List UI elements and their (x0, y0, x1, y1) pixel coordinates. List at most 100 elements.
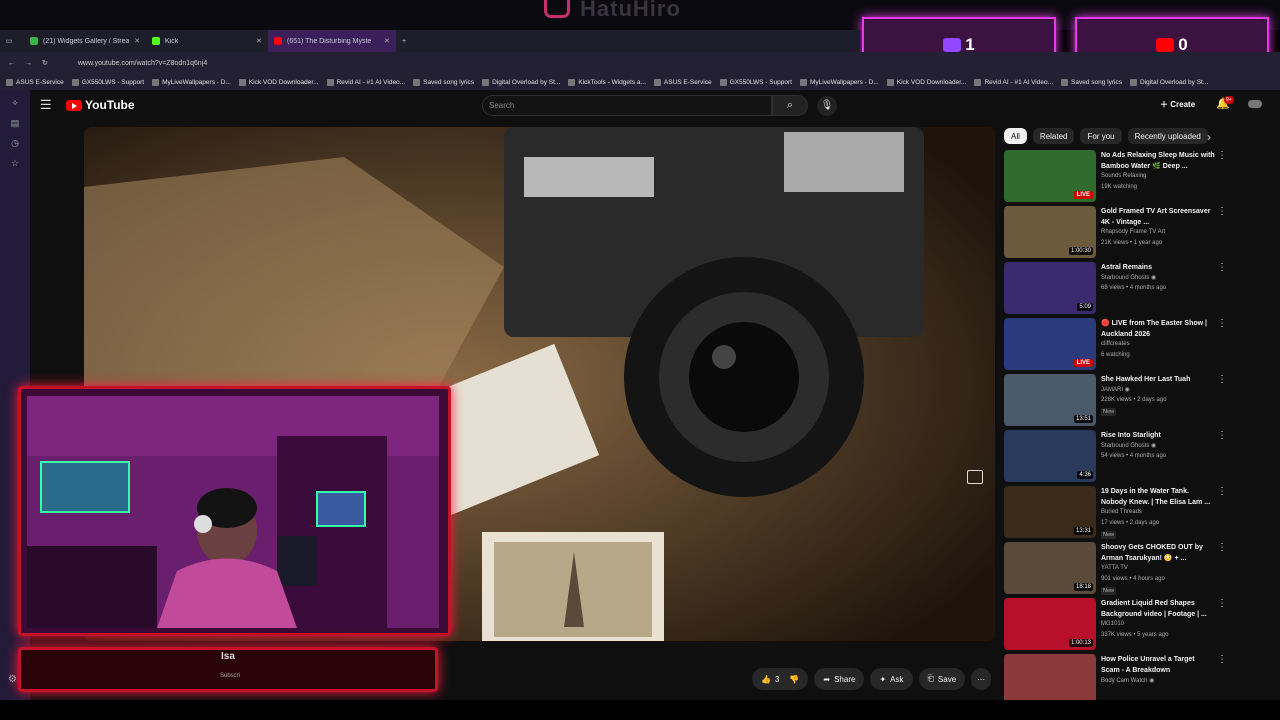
address-bar[interactable]: ← → ↻ www.youtube.com/watch?v=Z8odn1q6nj… (0, 52, 1280, 74)
recommendation-title[interactable]: Gold Framed TV Art Screensaver 4K - Vint… (1101, 206, 1215, 228)
chip-recently-uploaded[interactable]: Recently uploaded (1127, 128, 1208, 144)
recommendation-channel[interactable]: Rhapsody Frame TV Art (1101, 229, 1165, 235)
video-thumbnail[interactable]: 13:31 (1004, 486, 1096, 538)
close-tab-icon[interactable]: ✕ (134, 37, 140, 45)
recommendation-channel[interactable]: Body Cam Watch ◉ (1101, 677, 1154, 684)
recommendation-item[interactable]: 13:31 19 Days in the Water Tank. Nobody K… (1004, 486, 1252, 539)
bookmark-item[interactable]: Revid AI - #1 AI Video... (326, 78, 405, 86)
more-options-icon[interactable]: ⋮ (1217, 150, 1227, 161)
video-thumbnail[interactable]: 13:51 (1004, 374, 1096, 426)
more-options-icon[interactable]: ⋮ (1217, 542, 1227, 553)
video-thumbnail[interactable] (1004, 654, 1096, 706)
chip-related[interactable]: Related (1032, 128, 1075, 144)
recommendation-item[interactable]: 4:36 Rise Into Starlight Starbound Ghosts … (1004, 430, 1252, 483)
recommendation-item[interactable]: LIVE 🔴 LIVE from The Easter Show | Auckla… (1004, 318, 1252, 371)
like-button[interactable]: 👍 3 👎 (752, 668, 809, 690)
recommendation-title[interactable]: 🔴 LIVE from The Easter Show | Auckland 2… (1101, 318, 1215, 340)
bookmark-item[interactable]: ASUS E-Service (653, 78, 712, 86)
bookmark-item[interactable]: Revid AI - #1 AI Video... (974, 78, 1053, 86)
account-avatar[interactable] (1248, 100, 1262, 108)
bookmark-item[interactable]: Digital Overload by St... (482, 78, 560, 86)
video-thumbnail[interactable]: 5:09 (1004, 262, 1096, 314)
recommendation-channel[interactable]: Starbound Ghosts ◉ (1101, 442, 1156, 449)
picture-in-picture-icon[interactable] (967, 470, 983, 484)
history-icon[interactable]: ◷ (11, 138, 19, 149)
more-options-icon[interactable]: ⋮ (1217, 430, 1227, 441)
hamburger-menu-icon[interactable]: ☰ (40, 97, 52, 113)
ask-button[interactable]: ✦ Ask (870, 668, 913, 690)
video-thumbnail[interactable]: 4:36 (1004, 430, 1096, 482)
tab-widgets-gallery[interactable]: (21) Widgets Gallery / Streamlit ✕ (24, 30, 146, 52)
video-thumbnail[interactable]: 1:00:30 (1004, 206, 1096, 258)
recommendation-channel[interactable]: YATTA TV (1101, 565, 1128, 571)
recommendation-title[interactable]: No Ads Relaxing Sleep Music with Bamboo … (1101, 150, 1215, 172)
voice-search-button[interactable]: 🎙 (817, 96, 837, 116)
tab-sidebar-toggle[interactable]: ▭ (0, 30, 24, 52)
bookmark-item[interactable]: Kick VOD Downloader... (238, 78, 319, 86)
youtube-logo[interactable]: YouTube (66, 98, 135, 112)
more-options-icon[interactable]: ⋮ (1217, 598, 1227, 609)
tab-kick[interactable]: Kick ✕ (146, 30, 268, 52)
more-options-icon[interactable]: ⋮ (1217, 654, 1227, 665)
new-tab-button[interactable]: + (396, 30, 420, 52)
recommendation-channel[interactable]: MG1010 (1101, 621, 1124, 627)
bookmark-panel-icon[interactable]: ▤ (11, 118, 20, 129)
search-button[interactable]: ⌕ (772, 95, 808, 116)
recommendation-title[interactable]: She Hawked Her Last Tuah (1101, 374, 1215, 385)
video-thumbnail[interactable]: LIVE (1004, 150, 1096, 202)
recommendation-item[interactable]: 1:00:13 Gradient Liquid Red Shapes Backgr… (1004, 598, 1252, 651)
sparkle-icon[interactable]: ✧ (11, 98, 19, 109)
more-options-icon[interactable]: ⋮ (1217, 374, 1227, 385)
bookmark-item[interactable]: KickTools - Widgets a... (568, 78, 646, 86)
recommendation-channel[interactable]: cliffcreates (1101, 341, 1130, 347)
bookmark-item[interactable]: Kick VOD Downloader... (886, 78, 966, 86)
video-thumbnail[interactable]: LIVE (1004, 318, 1096, 370)
video-thumbnail[interactable]: 1:00:13 (1004, 598, 1096, 650)
share-button[interactable]: ➦ Share (814, 668, 865, 690)
chip-for-you[interactable]: For you (1080, 128, 1122, 144)
recommendation-item[interactable]: LIVE No Ads Relaxing Sleep Music with Bam… (1004, 150, 1252, 203)
search-input[interactable]: Search (482, 95, 772, 116)
save-button[interactable]: ⎗ Save (918, 668, 966, 690)
recommendation-item[interactable]: 1:00:30 Gold Framed TV Art Screensaver 4K… (1004, 206, 1252, 259)
more-options-icon[interactable]: ⋮ (1217, 318, 1227, 329)
back-icon[interactable]: ← (8, 60, 15, 67)
recommendation-channel[interactable]: Starbound Ghosts ◉ (1101, 274, 1156, 281)
bookmark-item[interactable]: MyLiveWallpapers - D... (799, 78, 879, 86)
bookmark-item[interactable]: ASUS E-Service (6, 78, 64, 86)
bookmark-item[interactable]: GX550LWS - Support (719, 78, 792, 86)
bookmark-item[interactable]: Saved song lyrics (1061, 78, 1122, 86)
recommendation-title[interactable]: Rise Into Starlight (1101, 430, 1215, 441)
video-thumbnail[interactable]: 18:18 (1004, 542, 1096, 594)
chevron-right-icon[interactable]: › (1207, 130, 1211, 144)
recommendation-channel[interactable]: Buried Threads (1101, 509, 1142, 515)
close-tab-icon[interactable]: ✕ (256, 37, 262, 45)
more-options-icon[interactable]: ⋮ (1217, 486, 1227, 497)
tab-youtube-video[interactable]: (651) The Disturbing Myste ✕ (268, 30, 396, 52)
gear-icon[interactable]: ⚙ (8, 674, 17, 685)
thumbs-down-icon[interactable]: 👎 (789, 675, 799, 684)
more-options-icon[interactable]: ⋮ (1217, 206, 1227, 217)
more-options-icon[interactable]: ⋮ (1217, 262, 1227, 273)
bookmark-item[interactable]: Saved song lyrics (413, 78, 474, 86)
create-button[interactable]: ＋ Create (1160, 99, 1195, 110)
recommendation-title[interactable]: 19 Days in the Water Tank. Nobody Knew. … (1101, 486, 1215, 508)
recommendation-item[interactable]: 18:18 Shoovy Gets CHOKED OUT by Arman Tsa… (1004, 542, 1252, 595)
forward-icon[interactable]: → (25, 60, 32, 67)
recommendation-channel[interactable]: JAMARI ◉ (1101, 386, 1130, 393)
recommendation-title[interactable]: Astral Remains (1101, 262, 1215, 273)
bookmark-item[interactable]: Digital Overload by St... (1129, 78, 1208, 86)
recommendation-title[interactable]: Gradient Liquid Red Shapes Background vi… (1101, 598, 1215, 620)
bookmark-item[interactable]: MyLiveWallpapers - D... (152, 78, 231, 86)
chip-all[interactable]: All (1004, 128, 1027, 144)
recommendation-item[interactable]: 5:09 Astral Remains Starbound Ghosts ◉ 68 v… (1004, 262, 1252, 315)
bookmark-item[interactable]: GX550LWS - Support (71, 78, 144, 86)
more-actions-button[interactable]: ⋯ (971, 668, 992, 690)
recommendation-title[interactable]: How Police Unravel a Target Scam - A Bre… (1101, 654, 1215, 676)
recommendation-title[interactable]: Shoovy Gets CHOKED OUT by Arman Tsarukya… (1101, 542, 1215, 564)
close-tab-icon[interactable]: ✕ (384, 37, 390, 45)
reload-icon[interactable]: ↻ (42, 59, 48, 67)
star-icon[interactable]: ☆ (11, 158, 19, 169)
url-text[interactable]: www.youtube.com/watch?v=Z8odn1q6nj4 (78, 60, 207, 67)
recommendation-channel[interactable]: Sounds Relaxing (1101, 173, 1146, 179)
